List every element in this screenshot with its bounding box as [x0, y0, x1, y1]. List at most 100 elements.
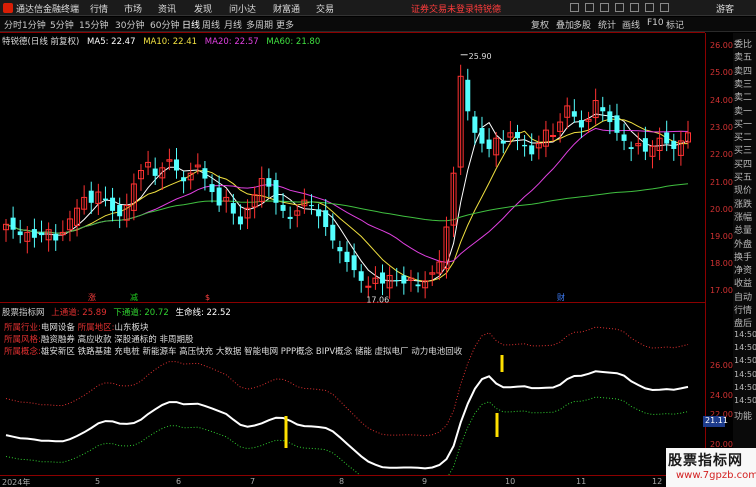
life-line: 生命线: 22.52 [175, 308, 231, 318]
side-item: 卖二 [734, 93, 753, 104]
region-key: 所属地区: [77, 323, 115, 333]
side-item: 换手 [734, 252, 753, 263]
candle-body [117, 204, 123, 217]
lower-channel-line [5, 396, 689, 475]
y-tick: 17.00 [710, 286, 733, 295]
candle-body [344, 251, 350, 263]
candle-body [600, 107, 606, 112]
event-marker: $ [205, 293, 210, 302]
side-item: 盘后 [734, 319, 753, 330]
candle-body [607, 111, 613, 123]
side-item: 买四 [734, 159, 753, 170]
x-tick: 12 [652, 477, 663, 486]
quote-side-panel: 委比 卖五 卖四 卖三 卖二 卖一 买一 买二 买三 买四 买五 现价 涨跌 涨幅 总量 外盘 换手 净资 收益 自动… [733, 33, 756, 485]
side-item: 14:50 [734, 342, 756, 352]
watermark-url: www.7gpzb.com [676, 470, 756, 481]
candle-body [337, 247, 343, 252]
side-item: 行情 [734, 306, 753, 316]
time-axis: 2024年 5 6 7 8 9 10 11 12 [0, 475, 705, 487]
candle-body [17, 231, 23, 236]
candle-body [88, 190, 94, 203]
high-label: 25.90 [469, 52, 492, 61]
side-item: 涨跌 [734, 199, 753, 210]
concept-key: 所属概念: [4, 347, 41, 357]
y-tick: 20.00 [710, 205, 733, 214]
side-item: 买五 [734, 173, 753, 183]
concept-value: 雄安新区 铁路基建 充电桩 新能源车 高压快充 大数据 智能电网 PPP概念 B… [40, 347, 463, 357]
side-item: 14:50 [734, 369, 756, 379]
candle-body [287, 216, 293, 219]
candle-body [230, 203, 236, 214]
candle-body [39, 232, 45, 236]
candle-body [380, 272, 386, 284]
event-marker: 财 [557, 292, 565, 302]
side-item: 买一 [734, 119, 753, 130]
side-item: 外盘 [734, 239, 753, 250]
ind-y-tick: 24.00 [710, 391, 733, 400]
y-tick: 23.00 [710, 123, 733, 132]
style-key: 所属风格: [4, 335, 41, 345]
concept-line: 所属概念:雄安新区 铁路基建 充电桩 新能源车 高压快充 大数据 智能电网 PP… [4, 345, 462, 357]
candle-body [174, 159, 179, 171]
candle-body [110, 197, 116, 211]
x-tick: 9 [422, 477, 428, 486]
candle-body [465, 79, 471, 112]
candle-body [621, 134, 627, 141]
candle-body [401, 275, 407, 284]
signal-bar [284, 416, 288, 448]
candle-body [664, 132, 670, 144]
industry-line: 所属行业:电网设备 所属地区:山东板块 [4, 321, 148, 333]
x-tick: 6 [176, 477, 182, 486]
candlestick-chart[interactable]: 25.90 17.06 涨 减 $ 财 [0, 0, 705, 475]
candle-body [578, 120, 584, 128]
x-tick: 2024年 [2, 478, 31, 487]
candle-body [486, 139, 492, 149]
price-axis: 26.00 25.00 24.00 23.00 22.00 21.00 20.0… [703, 33, 733, 485]
side-item: 收益 [734, 279, 753, 290]
lower-channel: 下通道: 20.72 [113, 308, 169, 318]
y-tick: 22.00 [710, 150, 733, 159]
y-tick: 21.00 [710, 178, 733, 187]
candle-body [216, 187, 222, 206]
candles [3, 64, 691, 299]
low-label: 17.06 [366, 296, 389, 305]
side-item: 卖一 [734, 106, 753, 117]
side-item: 卖三 [734, 79, 753, 90]
candle-body [308, 205, 314, 207]
x-tick: 7 [250, 477, 256, 486]
side-item: 14:50 [734, 329, 756, 339]
side-item: 委比 [734, 40, 753, 50]
ma60-line [5, 183, 689, 234]
candle-body [181, 177, 187, 182]
candle-body [515, 131, 520, 139]
guest-label[interactable]: 游客 [716, 2, 734, 15]
candle-body [628, 147, 634, 149]
candle-body [266, 178, 272, 187]
y-tick: 26.00 [710, 41, 733, 50]
candle-body [529, 145, 535, 155]
y-tick: 18.00 [710, 259, 733, 268]
y-tick: 24.00 [710, 96, 733, 105]
side-item: 净资 [734, 266, 753, 277]
candle-body [102, 198, 108, 201]
life-line [5, 370, 689, 470]
upper-channel: 上通道: 25.89 [51, 308, 107, 318]
candle-body [53, 233, 59, 241]
side-item: 卖四 [734, 66, 753, 77]
candle-body [351, 255, 357, 271]
industry-key: 所属行业: [4, 323, 41, 333]
indicator-name[interactable]: 股票指标网 [2, 308, 45, 318]
side-item: 14:50 [734, 356, 756, 366]
side-item: 涨幅 [734, 212, 753, 223]
y-tick: 19.00 [710, 232, 733, 241]
ind-y-tick: 26.00 [710, 361, 733, 370]
candle-body [415, 284, 421, 287]
candle-body [330, 224, 336, 241]
candle-body [472, 116, 478, 133]
candle-body [273, 180, 279, 203]
candle-body [152, 168, 158, 176]
x-tick: 10 [505, 477, 516, 486]
candle-body [671, 140, 677, 149]
industry-value: 电网设备 [40, 323, 75, 333]
candle-body [614, 115, 620, 133]
